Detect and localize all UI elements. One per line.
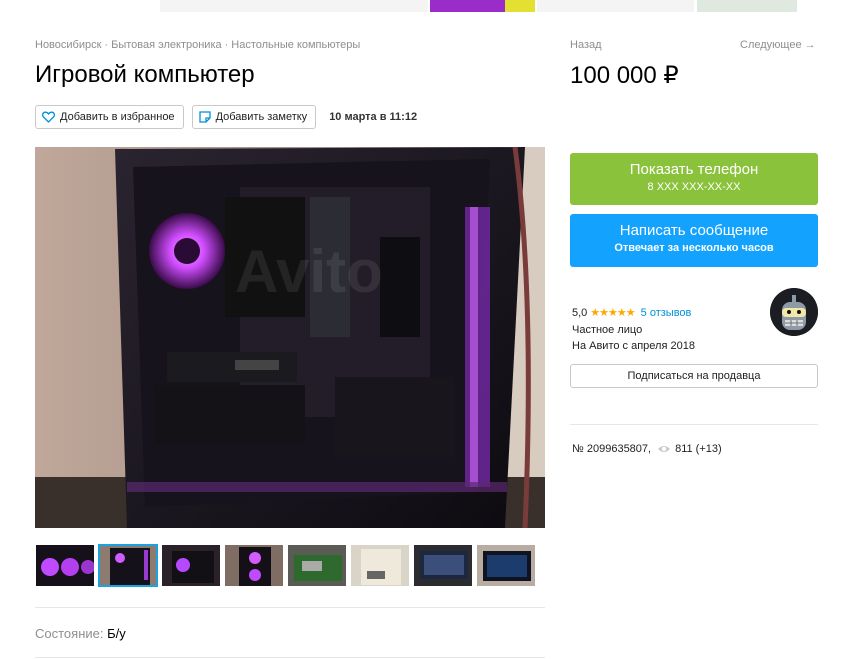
breadcrumb-category[interactable]: Бытовая электроника (111, 39, 222, 51)
add-note-button[interactable]: Добавить заметку (191, 105, 317, 129)
condition-label: Состояние: (35, 626, 104, 641)
show-phone-label: Показать телефон (629, 161, 759, 178)
write-message-label: Написать сообщение (619, 222, 769, 239)
back-link[interactable]: Назад (570, 39, 602, 51)
add-favorite-label: Добавить в избранное (60, 111, 175, 123)
eye-icon (658, 446, 671, 452)
top-banner-strip (0, 0, 858, 12)
publish-date: 10 марта в 11:12 (329, 111, 418, 123)
main-photo[interactable]: Avito (35, 147, 545, 528)
condition-field: Состояние: Б/у (35, 626, 126, 641)
show-phone-button[interactable]: Показать телефон 8 XXX XXX-XX-XX (570, 153, 818, 205)
banner-1[interactable] (160, 0, 428, 12)
write-message-button[interactable]: Написать сообщение Отвечает за несколько… (570, 214, 818, 267)
item-stats: № 2099635807, 811 (+13) (572, 443, 722, 455)
pc-case-photo: Avito (35, 147, 545, 528)
thumbnail-strip (35, 544, 539, 587)
thumbnail-2[interactable] (98, 544, 158, 587)
banner-4[interactable] (697, 0, 797, 12)
breadcrumb-city[interactable]: Новосибирск (35, 39, 101, 51)
thumbnail-3[interactable] (161, 544, 221, 587)
divider-bottom (35, 657, 545, 658)
seller-info: 5,0 ★★★★★ 5 отзывов Частное лицо На Авито… (572, 305, 695, 355)
thumbnail-5[interactable] (287, 544, 347, 587)
thumbnail-6[interactable] (350, 544, 410, 587)
banner-3[interactable] (537, 0, 694, 12)
add-note-label: Добавить заметку (215, 111, 308, 123)
thumbnail-4[interactable] (224, 544, 284, 587)
views-count: 811 (+13) (675, 443, 722, 455)
right-divider (570, 424, 818, 425)
divider (35, 607, 545, 608)
listing-actions: Добавить в избранное Добавить заметку 10… (35, 105, 417, 129)
note-icon (198, 111, 211, 123)
subscribe-button[interactable]: Подписаться на продавца (570, 364, 818, 388)
breadcrumb-subcategory[interactable]: Настольные компьютеры (231, 39, 360, 51)
seller-rating: 5,0 (572, 307, 588, 319)
seller-type: Частное лицо (572, 323, 643, 336)
banner-2-accent (505, 0, 535, 12)
item-number: № 2099635807, (572, 443, 652, 455)
add-favorite-button[interactable]: Добавить в избранное (35, 105, 184, 129)
thumbnail-8[interactable] (476, 544, 536, 587)
page-title: Игровой компьютер (35, 61, 255, 88)
response-time: Отвечает за несколько часов (614, 242, 774, 254)
thumbnail-7[interactable] (413, 544, 473, 587)
next-link[interactable]: Следующее → (740, 39, 816, 51)
breadcrumb: Новосибирск · Бытовая электроника · Настольн… (35, 39, 361, 51)
rating-stars: ★★★★★ (590, 307, 635, 319)
price: 100 000 ₽ (570, 62, 679, 89)
heart-icon (42, 111, 55, 123)
condition-value: Б/у (107, 626, 126, 641)
avatar-icon (770, 288, 818, 336)
svg-text:Avito: Avito (235, 238, 383, 305)
avatar[interactable] (770, 288, 818, 336)
reviews-link[interactable]: 5 отзывов (641, 307, 692, 319)
seller-since: На Авито с апреля 2018 (572, 340, 695, 352)
thumbnail-1[interactable] (35, 544, 95, 587)
phone-mask: 8 XXX XXX-XX-XX (647, 181, 741, 193)
